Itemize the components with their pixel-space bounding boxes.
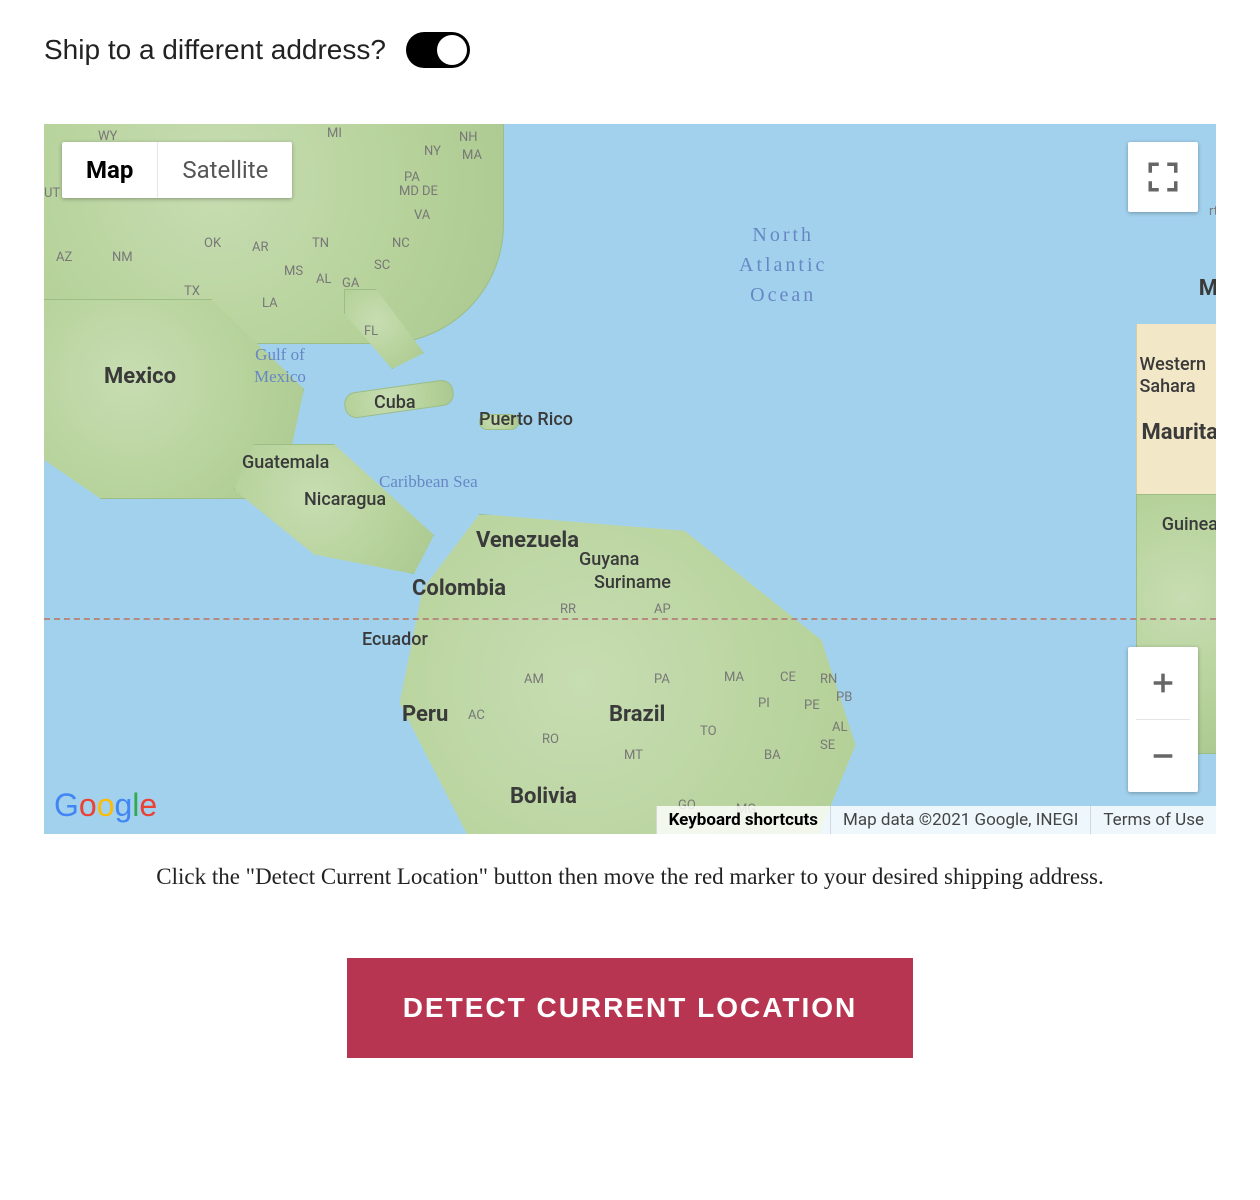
- us-state-label: NY: [424, 144, 441, 159]
- country-label: Western Sahara: [1140, 354, 1207, 397]
- us-state-label: LA: [262, 296, 278, 311]
- country-label: Puerto Rico: [479, 409, 573, 430]
- us-state-label: MA: [462, 148, 482, 163]
- br-state-label: AP: [654, 602, 671, 617]
- us-state-label: NM: [112, 250, 133, 265]
- ship-different-address-label: Ship to a different address?: [44, 34, 386, 66]
- br-state-label: BA: [764, 748, 781, 763]
- br-state-label: AC: [468, 708, 485, 723]
- map-type-control: Map Satellite: [62, 142, 292, 198]
- br-state-label: CE: [780, 670, 796, 685]
- plus-icon: [1149, 669, 1177, 697]
- country-label: Colombia: [412, 576, 506, 601]
- country-label: Venezuela: [476, 528, 579, 553]
- ship-different-address-row: Ship to a different address?: [44, 32, 1216, 68]
- us-state-label: AZ: [56, 250, 72, 265]
- map-footer: Keyboard shortcuts Map data ©2021 Google…: [656, 806, 1216, 834]
- toggle-knob: [437, 35, 467, 65]
- map-type-map-button[interactable]: Map: [62, 142, 157, 198]
- region-label: rt: [1209, 204, 1216, 219]
- us-state-label: MI: [327, 126, 342, 141]
- country-label: Guatemala: [242, 452, 329, 473]
- br-state-label: AM: [524, 672, 544, 687]
- us-state-label: AL: [316, 272, 331, 287]
- minus-icon: [1149, 742, 1177, 770]
- us-state-label: DE: [422, 184, 438, 199]
- us-state-label: MD: [399, 184, 419, 199]
- gulf-label: Gulf of Mexico: [254, 344, 306, 388]
- country-label: M: [1199, 276, 1216, 301]
- br-state-label: PI: [758, 696, 770, 711]
- br-state-label: MT: [624, 748, 643, 763]
- us-state-label: TX: [184, 284, 200, 299]
- us-state-label: OK: [204, 236, 221, 251]
- map[interactable]: WYMINHNYMAPAMDDEVAUTAZNMOKARTNNCSCMSALGA…: [44, 124, 1216, 834]
- caribbean-label: Caribbean Sea: [379, 472, 478, 492]
- us-state-label: AR: [252, 240, 269, 255]
- zoom-control: [1128, 647, 1198, 792]
- us-state-label: VA: [414, 208, 430, 223]
- us-state-label: UT: [44, 186, 60, 201]
- country-label: Nicaragua: [304, 489, 386, 510]
- country-label: Guinea: [1162, 514, 1216, 535]
- us-state-label: FL: [364, 324, 378, 339]
- br-state-label: TO: [700, 724, 717, 739]
- zoom-out-button[interactable]: [1128, 720, 1198, 792]
- br-state-label: MA: [724, 670, 744, 685]
- br-state-label: PB: [836, 690, 852, 705]
- us-state-label: NH: [459, 130, 478, 145]
- fullscreen-icon: [1146, 160, 1180, 194]
- country-label: Mexico: [104, 364, 176, 389]
- map-type-satellite-button[interactable]: Satellite: [158, 142, 292, 198]
- country-label: Ecuador: [362, 629, 428, 650]
- br-state-label: SE: [820, 738, 835, 753]
- zoom-in-button[interactable]: [1128, 647, 1198, 719]
- fullscreen-button[interactable]: [1128, 142, 1198, 212]
- detect-location-button[interactable]: DETECT CURRENT LOCATION: [347, 958, 914, 1058]
- map-caption: Click the "Detect Current Location" butt…: [44, 864, 1216, 890]
- br-state-label: PA: [654, 672, 670, 687]
- br-state-label: PE: [804, 698, 820, 713]
- us-state-label: MS: [284, 264, 303, 279]
- country-label: Brazil: [609, 702, 665, 727]
- us-state-label: SC: [374, 258, 390, 273]
- country-label: Cuba: [374, 392, 416, 413]
- us-state-label: GA: [342, 276, 359, 291]
- br-state-label: RN: [820, 672, 837, 687]
- map-attribution: Map data ©2021 Google, INEGI: [830, 806, 1090, 834]
- country-label: Bolivia: [510, 784, 577, 809]
- country-label: Maurita: [1142, 420, 1216, 445]
- equator-line: [44, 618, 1216, 620]
- us-state-label: PA: [404, 170, 420, 185]
- country-label: Suriname: [594, 572, 671, 593]
- country-label: Peru: [402, 702, 448, 727]
- atlantic-label: North Atlantic Ocean: [739, 220, 827, 310]
- terms-link[interactable]: Terms of Use: [1090, 806, 1216, 834]
- us-state-label: NC: [392, 236, 410, 251]
- ship-different-address-toggle[interactable]: [406, 32, 470, 68]
- br-state-label: RR: [560, 602, 576, 617]
- country-label: Guyana: [579, 549, 639, 570]
- keyboard-shortcuts-link[interactable]: Keyboard shortcuts: [656, 806, 830, 834]
- br-state-label: AL: [832, 720, 847, 735]
- us-state-label: TN: [312, 236, 329, 251]
- google-logo: Google: [54, 787, 157, 824]
- br-state-label: RO: [542, 732, 559, 747]
